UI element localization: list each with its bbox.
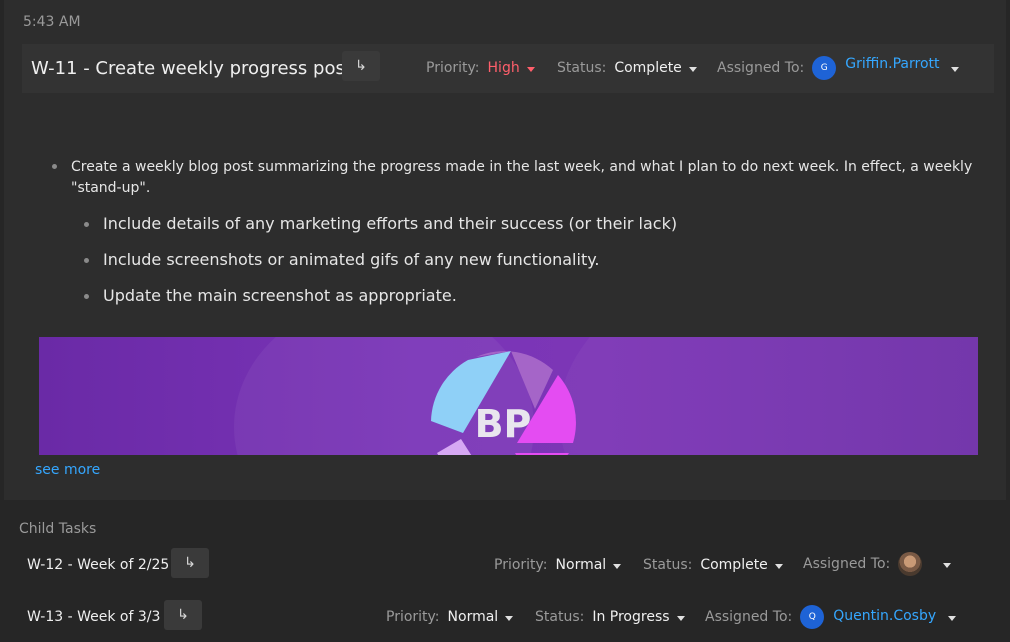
priority-value: Normal <box>555 557 607 573</box>
chevron-down-icon <box>688 66 697 72</box>
task-description: Create a weekly blog post summarizing th… <box>52 157 982 199</box>
assignee-name[interactable]: Quentin.Cosby <box>833 608 936 624</box>
child-tasks-heading: Child Tasks <box>19 521 97 537</box>
status-value: In Progress <box>592 609 670 625</box>
bp-logo-text: BP <box>475 402 532 446</box>
subtask-link-button[interactable]: ↳ <box>164 600 202 630</box>
chevron-down-icon <box>613 563 622 569</box>
assigned-label: Assigned To: <box>803 556 891 572</box>
chevron-down-icon <box>526 66 535 72</box>
child-task-title[interactable]: W-13 - Week of 3/3 <box>27 609 160 625</box>
priority-dropdown[interactable]: Priority: Normal <box>494 557 622 573</box>
assigned-label: Assigned To: <box>717 60 805 76</box>
status-label: Status: <box>557 60 607 76</box>
priority-label: Priority: <box>494 557 548 573</box>
chevron-down-icon <box>943 562 952 568</box>
status-value: Complete <box>700 557 768 573</box>
task-title[interactable]: W-11 - Create weekly progress post <box>31 58 352 79</box>
chevron-down-icon <box>676 615 685 621</box>
subtask-link-button[interactable]: ↳ <box>342 51 380 81</box>
subtask-arrow-icon: ↳ <box>177 607 189 623</box>
description-sub-item: Update the main screenshot as appropriat… <box>84 286 457 305</box>
assigned-label: Assigned To: <box>705 609 793 625</box>
chevron-down-icon <box>948 615 957 621</box>
priority-label: Priority: <box>386 609 440 625</box>
chevron-down-icon <box>774 563 783 569</box>
status-dropdown[interactable]: Status: Complete <box>643 557 783 573</box>
assignee-name[interactable]: Griffin.Parrott <box>845 56 939 72</box>
avatar <box>898 552 923 576</box>
subtask-link-button[interactable]: ↳ <box>171 548 209 578</box>
avatar: G <box>812 56 837 80</box>
task-header: W-11 - Create weekly progress post ↳ Pri… <box>22 44 994 93</box>
status-dropdown[interactable]: Status: Complete <box>557 60 697 76</box>
priority-dropdown[interactable]: Priority: High <box>426 60 535 76</box>
assignee-dropdown[interactable]: Assigned To: Q Quentin.Cosby <box>705 605 957 629</box>
status-value: Complete <box>614 60 682 76</box>
priority-dropdown[interactable]: Priority: Normal <box>386 609 514 625</box>
priority-label: Priority: <box>426 60 480 76</box>
task-detail-panel: 5:43 AM W-11 - Create weekly progress po… <box>4 0 1006 500</box>
priority-value: High <box>487 60 520 76</box>
chevron-down-icon <box>951 66 960 72</box>
subtask-arrow-icon: ↳ <box>184 555 196 571</box>
priority-value: Normal <box>447 609 499 625</box>
see-more-link[interactable]: see more <box>35 462 100 478</box>
status-label: Status: <box>643 557 693 573</box>
timestamp: 5:43 AM <box>23 14 81 30</box>
app-frame: 5:43 AM W-11 - Create weekly progress po… <box>0 0 1010 642</box>
description-sub-item: Include details of any marketing efforts… <box>84 214 677 233</box>
chevron-down-icon <box>505 615 514 621</box>
subtask-arrow-icon: ↳ <box>355 58 367 74</box>
description-sub-item: Include screenshots or animated gifs of … <box>84 250 600 269</box>
status-dropdown[interactable]: Status: In Progress <box>535 609 685 625</box>
avatar: Q <box>800 605 825 629</box>
description-main-item: Create a weekly blog post summarizing th… <box>52 157 982 199</box>
assignee-dropdown[interactable]: Assigned To: <box>803 552 952 576</box>
child-task-title[interactable]: W-12 - Week of 2/25 <box>27 557 169 573</box>
assignee-dropdown[interactable]: Assigned To: G Griffin.Parrott <box>717 56 960 80</box>
status-label: Status: <box>535 609 585 625</box>
bp-logo-icon: BP <box>431 351 576 455</box>
blog-banner-image: BP <box>39 337 978 455</box>
